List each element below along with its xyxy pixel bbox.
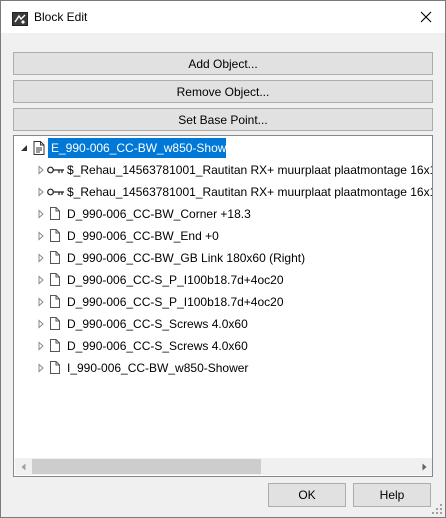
tree-item-label: D_990-006_CC-S_Screws 4.0x60 [67,317,248,331]
ok-button[interactable]: OK [268,483,346,507]
tree-root-item[interactable]: E_990-006_CC-BW_w850-Shower [14,137,432,159]
scroll-left-button[interactable] [15,458,32,475]
document-icon [50,339,60,352]
tree-item-label: $_Rehau_14563781001_Rautitan RX+ muurpla… [67,163,433,177]
tree-item[interactable]: I_990-006_CC-BW_w850-Shower [14,357,432,379]
document-icon [50,207,60,220]
set-base-point-button[interactable]: Set Base Point... [13,108,433,131]
tree-item-label: D_990-006_CC-S_Screws 4.0x60 [67,339,248,353]
collapsed-arrow-icon[interactable] [36,165,46,175]
help-button[interactable]: Help [353,483,431,507]
tree-item-label: D_990-006_CC-BW_Corner +18.3 [67,207,251,221]
collapsed-arrow-icon[interactable] [36,209,46,219]
tree-item[interactable]: $_Rehau_14563781001_Rautitan RX+ muurpla… [14,159,432,181]
document-icon [50,273,60,286]
resize-grip-icon[interactable] [431,503,443,515]
linked-block-icon [47,166,64,174]
arrow-left-icon [21,463,26,470]
tree-item[interactable]: D_990-006_CC-S_Screws 4.0x60 [14,313,432,335]
collapsed-arrow-icon[interactable] [36,231,46,241]
collapsed-arrow-icon[interactable] [36,275,46,285]
tree-item-label: D_990-006_CC-S_P_I100b18.7d+4oc20 [67,295,284,309]
tree-item[interactable]: D_990-006_CC-S_P_I100b18.7d+4oc20 [14,269,432,291]
tree-item[interactable]: D_990-006_CC-S_P_I100b18.7d+4oc20 [14,291,432,313]
document-icon [50,229,60,242]
collapsed-arrow-icon[interactable] [36,319,46,329]
scrollbar-thumb[interactable] [32,459,261,474]
block-edit-dialog: Block Edit Add Object... Remove Object..… [0,0,446,518]
window-title: Block Edit [34,10,88,24]
collapsed-arrow-icon[interactable] [36,187,46,197]
document-icon [50,317,60,330]
collapsed-arrow-icon[interactable] [36,253,46,263]
tree-item[interactable]: D_990-006_CC-S_Screws 4.0x60 [14,335,432,357]
block-tree-view[interactable]: E_990-006_CC-BW_w850-Shower $_Rehau_1456… [13,135,433,477]
close-button[interactable] [415,7,437,27]
title-bar[interactable]: Block Edit [1,1,445,33]
tree-item-label: D_990-006_CC-S_P_I100b18.7d+4oc20 [67,273,284,287]
expanded-arrow-icon[interactable] [19,143,29,153]
scroll-right-button[interactable] [416,458,432,475]
arrow-right-icon [422,463,427,470]
tree-item-label: $_Rehau_14563781001_Rautitan RX+ muurpla… [67,185,433,199]
tree-item-label: D_990-006_CC-BW_End +0 [67,229,219,243]
collapsed-arrow-icon[interactable] [36,363,46,373]
tree-root-label: E_990-006_CC-BW_w850-Shower [51,141,238,155]
collapsed-arrow-icon[interactable] [36,297,46,307]
tree-item-label: I_990-006_CC-BW_w850-Shower [67,361,249,375]
tree-item[interactable]: D_990-006_CC-BW_End +0 [14,225,432,247]
close-icon [420,11,432,23]
add-object-button[interactable]: Add Object... [13,52,433,75]
document-icon [50,251,60,264]
tree-item[interactable]: $_Rehau_14563781001_Rautitan RX+ muurpla… [14,181,432,203]
linked-block-icon [47,188,64,196]
tree-item[interactable]: D_990-006_CC-BW_GB Link 180x60 (Right) [14,247,432,269]
block-document-icon [33,141,45,155]
tree-item[interactable]: D_990-006_CC-BW_Corner +18.3 [14,203,432,225]
horizontal-scrollbar[interactable] [15,458,432,475]
document-icon [50,295,60,308]
document-icon [50,361,60,374]
tree-item-label: D_990-006_CC-BW_GB Link 180x60 (Right) [67,251,306,265]
app-icon [12,12,28,26]
collapsed-arrow-icon[interactable] [36,341,46,351]
remove-object-button[interactable]: Remove Object... [13,80,433,103]
